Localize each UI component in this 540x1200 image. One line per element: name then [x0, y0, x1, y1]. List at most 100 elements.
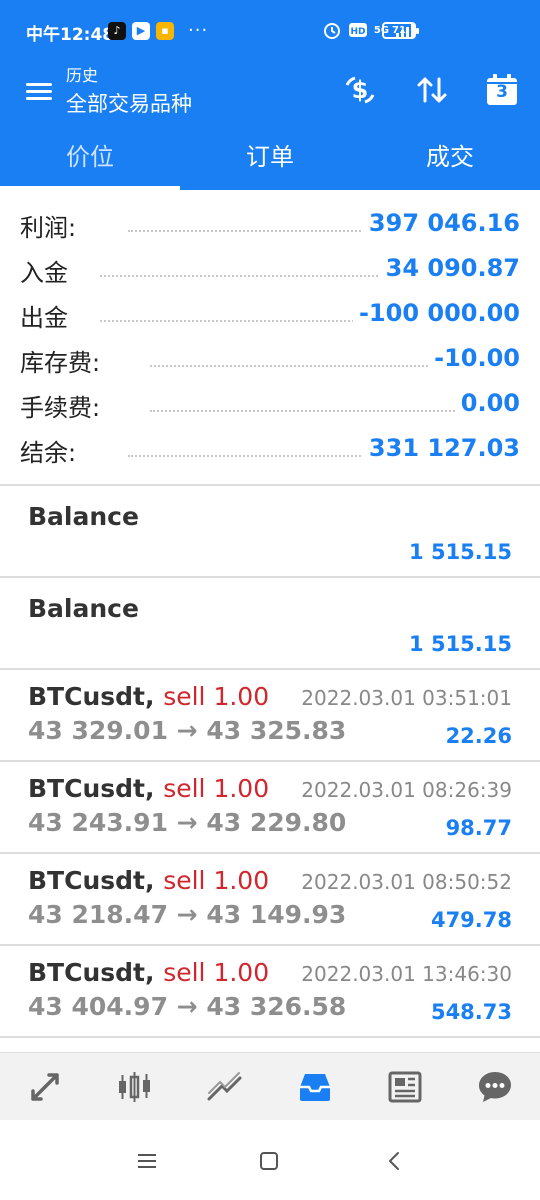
deal-date: 2022.03.01 03:51:01	[301, 686, 512, 710]
deal-title: BTCusdt, sell 1.00	[28, 682, 269, 711]
deal-profit: 22.26	[445, 724, 512, 748]
list-item-balance[interactable]: Balance 1 515.15	[0, 578, 540, 668]
nav-quotes[interactable]	[0, 1053, 90, 1120]
tiktok-icon: ♪	[108, 21, 126, 40]
deal-title: BTCusdt, sell 1.00	[28, 958, 269, 987]
deal-symbol: BTCusdt,	[28, 682, 155, 711]
summary-row-profit: 利润: 397 046.16	[0, 202, 540, 247]
dotted-leader	[100, 320, 370, 322]
deal-date: 2022.03.01 08:50:52	[301, 870, 512, 894]
home-button[interactable]	[254, 1146, 284, 1176]
summary-value: 34 090.87	[379, 254, 520, 282]
history-tabs: 价位 订单 成交	[0, 124, 540, 190]
list-item-balance[interactable]: Balance 1 515.15	[0, 486, 540, 576]
quotes-arrows-icon	[31, 1072, 59, 1101]
list-item-deal[interactable]: BTCusdt, sell 1.00 2022.03.01 08:26:39 4…	[0, 762, 540, 852]
deal-side: sell 1.00	[163, 774, 270, 803]
deal-title: BTCusdt, sell 1.00	[28, 774, 269, 803]
list-item-deal[interactable]: BTCusdt, sell 1.00 2022.03.01 08:50:52 4…	[0, 854, 540, 944]
calendar-day: 3	[496, 82, 508, 102]
svg-text:$: $	[352, 76, 369, 104]
dotted-leader	[128, 455, 380, 457]
summary-value: -10.00	[428, 344, 520, 372]
status-time: 中午12:48	[26, 25, 115, 45]
deal-title: BTCusdt, sell 1.00	[28, 866, 269, 895]
summary-value: 331 127.03	[362, 434, 520, 462]
status-bar: 中午12:48 ♪ ▶ ▪ ··· HD 5G 71	[0, 0, 540, 62]
deal-date: 2022.03.01 08:26:39	[301, 778, 512, 802]
more-notifications-icon: ···	[188, 20, 209, 41]
balance-amount: 1 515.15	[409, 632, 512, 656]
system-nav-bar	[0, 1120, 540, 1200]
dotted-leader	[100, 275, 414, 277]
toolbar-subtitle: 历史	[66, 66, 99, 85]
deal-prices: 43 243.91 → 43 229.80	[28, 808, 347, 837]
calendar-icon[interactable]: 3	[482, 70, 522, 110]
summary-value: 397 046.16	[362, 209, 520, 237]
deal-side: sell 1.00	[163, 866, 270, 895]
toolbar-title-block[interactable]: 历史 全部交易品种	[66, 62, 192, 118]
deal-symbol: BTCusdt,	[28, 774, 155, 803]
summary-label: 利润:	[20, 208, 81, 243]
list-item-deal[interactable]: BTCusdt, sell 1.00 2022.03.01 03:51:01 4…	[0, 670, 540, 760]
app-toolbar: 历史 全部交易品种 $ 3	[0, 62, 540, 124]
deal-side: sell 1.00	[163, 958, 270, 987]
summary-label: 库存费:	[20, 343, 105, 378]
nav-trade[interactable]	[180, 1053, 270, 1120]
menu-icon[interactable]	[24, 76, 54, 106]
summary-label: 出金	[20, 298, 72, 333]
row-divider	[0, 1036, 540, 1038]
tab-orders[interactable]: 订单	[180, 124, 360, 190]
nav-news[interactable]	[360, 1053, 450, 1120]
deal-prices: 43 329.01 → 43 325.83	[28, 716, 347, 745]
video-app-icon: ▶	[132, 21, 150, 40]
tab-deals[interactable]: 成交	[360, 124, 540, 190]
recent-apps-button[interactable]	[132, 1146, 162, 1176]
tab-positions[interactable]: 价位	[0, 124, 180, 190]
list-item-deal[interactable]: BTCusdt, sell 1.00 2022.03.01 13:46:30 4…	[0, 946, 540, 1036]
notes-app-icon: ▪	[156, 21, 174, 40]
menu-lines-icon	[138, 1154, 156, 1168]
chat-bubble-icon	[479, 1071, 511, 1102]
status-app-icons: ♪ ▶ ▪ ···	[108, 20, 208, 41]
bottom-navigation	[0, 1052, 540, 1120]
deal-profit: 548.73	[430, 1000, 512, 1024]
summary-value: 0.00	[454, 389, 520, 417]
currency-sort-icon[interactable]: $	[340, 70, 380, 110]
square-home-icon	[260, 1152, 278, 1170]
nav-chat[interactable]	[450, 1053, 540, 1120]
deal-profit: 479.78	[430, 908, 512, 932]
deal-prices: 43 404.97 → 43 326.58	[28, 992, 347, 1021]
balance-amount: 1 515.15	[409, 540, 512, 564]
back-button[interactable]	[380, 1146, 410, 1176]
battery-icon: 71	[382, 22, 419, 39]
summary-label: 手续费:	[20, 388, 105, 423]
summary-row-commission: 手续费: 0.00	[0, 382, 540, 427]
summary-panel: 利润: 397 046.16 入金 34 090.87 出金 -100 000.…	[0, 202, 540, 472]
deal-profit: 98.77	[445, 816, 512, 840]
balance-title: Balance	[28, 594, 139, 623]
summary-row-deposit: 入金 34 090.87	[0, 247, 540, 292]
candlestick-chart-icon	[119, 1071, 150, 1102]
alarm-icon	[323, 23, 340, 39]
summary-row-swap: 库存费: -10.00	[0, 337, 540, 382]
summary-row-withdrawal: 出金 -100 000.00	[0, 292, 540, 337]
nav-chart[interactable]	[90, 1053, 180, 1120]
svg-text:HD: HD	[350, 27, 365, 37]
summary-label: 结余:	[20, 433, 81, 468]
summary-value: -100 000.00	[352, 299, 520, 327]
dotted-leader	[150, 410, 470, 412]
dotted-leader	[150, 365, 440, 367]
nav-history[interactable]	[270, 1053, 360, 1120]
balance-title: Balance	[28, 502, 139, 531]
dotted-leader	[128, 230, 380, 232]
deal-side: sell 1.00	[163, 682, 270, 711]
battery-level: 71	[392, 25, 406, 36]
sort-arrows-icon[interactable]	[412, 70, 452, 110]
deal-symbol: BTCusdt,	[28, 866, 155, 895]
deal-symbol: BTCusdt,	[28, 958, 155, 987]
trend-chart-icon	[207, 1071, 242, 1100]
news-icon	[388, 1071, 422, 1102]
hd-icon: HD	[348, 23, 367, 37]
back-chevron-icon	[389, 1152, 399, 1170]
